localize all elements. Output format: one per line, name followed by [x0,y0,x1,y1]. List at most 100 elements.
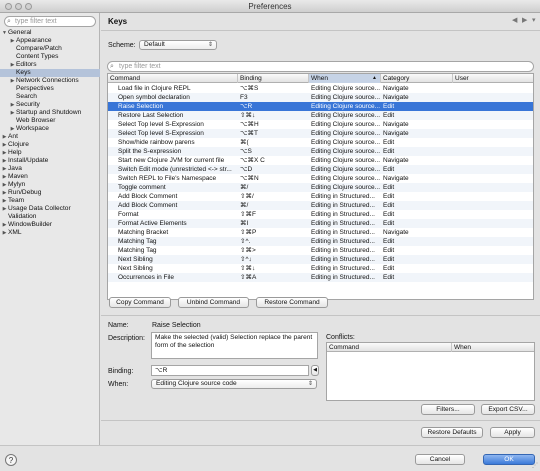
collapsed-triangle-icon[interactable]: ▶ [1,141,8,149]
column-header-command[interactable]: Command [108,74,238,83]
table-row[interactable]: Start new Clojure JVM for current file ⌥⌘… [108,156,533,165]
collapsed-triangle-icon[interactable]: ▶ [1,189,8,197]
tree-item[interactable]: ▶ Help [0,149,100,157]
forward-arrow-icon[interactable]: ▶ [522,16,527,24]
restore-defaults-button[interactable]: Restore Defaults [421,427,483,438]
description-textarea[interactable]: Make the selected (valid) Selection repl… [151,332,318,359]
tree-item[interactable]: ▶ Ant [0,133,100,141]
tree-item[interactable]: Content Types [0,53,100,61]
tree-item[interactable]: ▶ Install/Update [0,157,100,165]
tree-item[interactable]: Perspectives [0,85,100,93]
unbind-command-button[interactable]: Unbind Command [178,297,249,308]
apply-button[interactable]: Apply [490,427,535,438]
collapsed-triangle-icon[interactable]: ▶ [9,37,16,45]
column-header-user[interactable]: User [453,74,533,83]
collapsed-triangle-icon[interactable]: ▶ [1,229,8,237]
tree-item[interactable]: ▶ Appearance [0,37,100,45]
export-csv-button[interactable]: Export CSV... [481,404,535,415]
zoom-window-button[interactable] [25,3,32,10]
resize-grip-icon[interactable]: ⋰ [532,462,538,469]
table-row[interactable]: Raise Selection ⌥R Editing Clojure source.… [108,102,533,111]
tree-item[interactable]: ▶ Usage Data Collector [0,205,100,213]
conflicts-column-command[interactable]: Command [327,343,452,352]
collapsed-triangle-icon[interactable]: ▶ [9,125,16,133]
column-header-category[interactable]: Category [381,74,453,83]
table-row[interactable]: Add Block Comment ⇧⌘/ Editing in Structure… [108,192,533,201]
scheme-select[interactable]: Default ⇕ [139,40,217,50]
collapsed-triangle-icon[interactable]: ▶ [1,165,8,173]
table-row[interactable]: Switch REPL to File's Namespace ⌥⌘N Editin… [108,174,533,183]
collapsed-triangle-icon[interactable]: ▶ [1,205,8,213]
collapsed-triangle-icon[interactable]: ▶ [9,77,16,85]
cancel-button[interactable]: Cancel [415,454,465,465]
table-row[interactable]: Switch Edit mode (unrestricted <-> str..… [108,165,533,174]
tree-item[interactable]: Keys [0,69,100,77]
table-row[interactable]: Restore Last Selection ⇧⌘↓ Editing Clojure… [108,111,533,120]
cell-command: Split the S-expression [118,148,182,155]
collapsed-triangle-icon[interactable]: ▶ [1,181,8,189]
ok-button[interactable]: OK [483,454,535,465]
tree-item[interactable]: Compare/Patch [0,45,100,53]
collapsed-triangle-icon[interactable]: ▶ [1,157,8,165]
table-row[interactable]: Show/hide rainbow parens ⌘(Editing Clojur… [108,138,533,147]
table-row[interactable]: Next Sibling ⇧⌘↓ Editing in Structured... E… [108,264,533,273]
collapsed-triangle-icon[interactable]: ▶ [1,133,8,141]
minimize-window-button[interactable] [15,3,22,10]
when-select[interactable]: Editing Clojure source code ⇕ [151,379,317,389]
tree-item[interactable]: ▶ Workspace [0,125,100,133]
collapsed-triangle-icon[interactable]: ▶ [1,221,8,229]
column-header-when[interactable]: When ▲ [309,74,381,83]
tree-item[interactable]: ▶ WindowBuilder [0,221,100,229]
back-arrow-icon[interactable]: ◀ [512,16,517,24]
collapsed-triangle-icon[interactable]: ▶ [1,173,8,181]
tree-item[interactable]: ▶ Maven [0,173,100,181]
table-row[interactable]: Next Sibling ⇧^↓ Editing in Structured... E… [108,255,533,264]
table-row[interactable]: Matching Tag ⇧^. Editing in Structured... E… [108,237,533,246]
tree-item[interactable]: ▶ Security [0,101,100,109]
binding-menu-button[interactable]: ◀ [311,365,319,376]
tree-item[interactable]: ▶ Mylyn [0,181,100,189]
table-row[interactable]: Toggle comment ⌘/ Editing Clojure source..… [108,183,533,192]
close-window-button[interactable] [5,3,12,10]
tree-item[interactable]: ▶ Java [0,165,100,173]
restore-command-button[interactable]: Restore Command [256,297,328,308]
tree-item[interactable]: ▼ General [0,29,100,37]
menu-chevron-icon[interactable]: ▾ [532,16,536,24]
filters-button[interactable]: Filters... [421,404,475,415]
tree-item[interactable]: ▶ Editors [0,61,100,69]
collapsed-triangle-icon[interactable]: ▶ [9,101,16,109]
help-icon[interactable]: ? [5,454,17,466]
keys-filter-input[interactable]: ⌕ type filter text [107,61,534,72]
table-row[interactable]: Matching Bracket ⇧⌘P Editing in Structured… [108,228,533,237]
collapsed-triangle-icon[interactable]: ▶ [1,149,8,157]
tree-item[interactable]: ▶ Startup and Shutdown [0,109,100,117]
expanded-triangle-icon[interactable]: ▼ [1,29,8,37]
tree-item[interactable]: Search [0,93,100,101]
table-row[interactable]: Format Active Elements ⌘I Editing in Struc… [108,219,533,228]
tree-item[interactable]: ▶ Run/Debug [0,189,100,197]
tree-item[interactable]: ▶ XML [0,229,100,237]
table-row[interactable]: Load file in Clojure REPL ⌥⌘S Editing Cloj… [108,84,533,93]
table-row[interactable]: Split the S-expression ⌥S Editing Clojure … [108,147,533,156]
table-row[interactable]: Select Top level S-Expression ⌥⌘T Editing … [108,129,533,138]
binding-input[interactable]: ⌥R [151,365,309,376]
table-row[interactable]: Open symbol declaration F3 Editing Clojure… [108,93,533,102]
tree-item[interactable]: Web Browser [0,117,100,125]
tree-item[interactable]: Validation [0,213,100,221]
table-row[interactable]: Matching Tag ⇧⌘> Editing in Structured... E… [108,246,533,255]
tree-item[interactable]: ▶ Team [0,197,100,205]
table-row[interactable]: Select Top level S-Expression ⌥⌘H Editing … [108,120,533,129]
column-header-binding[interactable]: Binding [238,74,309,83]
tree-item[interactable]: ▶ Clojure [0,141,100,149]
collapsed-triangle-icon[interactable]: ▶ [9,109,16,117]
table-row[interactable]: Occurrences in File ⇧⌘A Editing in Structu… [108,273,533,282]
conflicts-column-when[interactable]: When [452,343,534,352]
table-row[interactable]: Add Block Comment ⌘/ Editing in Structured… [108,201,533,210]
tree-filter-input[interactable]: ⌕ type filter text [4,16,96,27]
copy-command-button[interactable]: Copy Command [109,297,171,308]
collapsed-triangle-icon[interactable]: ▶ [9,61,16,69]
tree-item-label: General [8,29,32,36]
collapsed-triangle-icon[interactable]: ▶ [1,197,8,205]
table-row[interactable]: Format ⇧⌘F Editing in Structured... Edit [108,210,533,219]
tree-item[interactable]: ▶ Network Connections [0,77,100,85]
